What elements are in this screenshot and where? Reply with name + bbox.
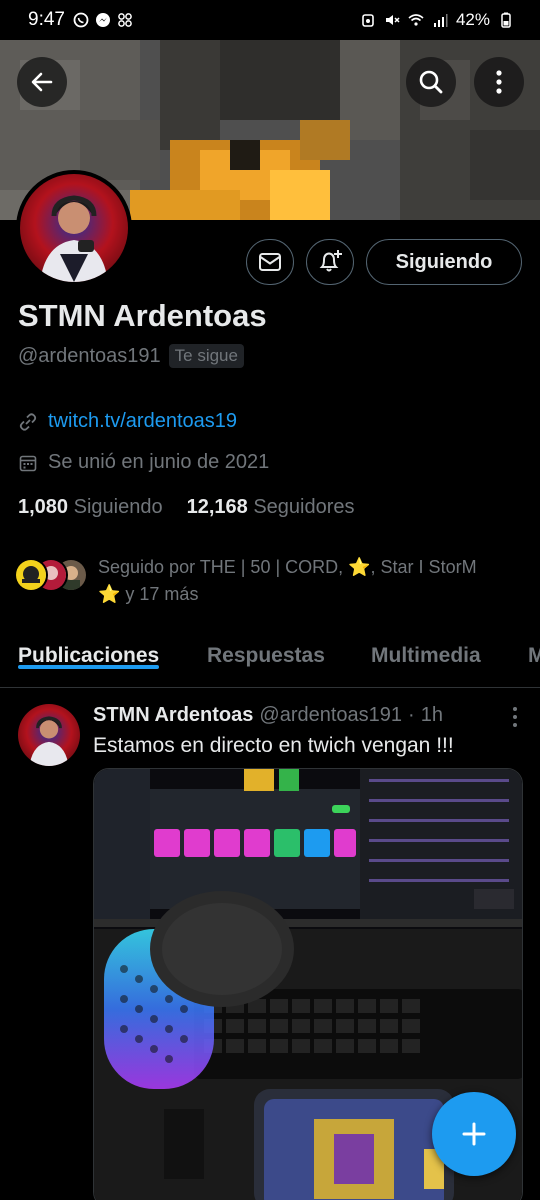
- followed-by-text: Seguido por THE | 50 | CORD, ⭐, Star I S…: [98, 554, 477, 608]
- active-tab-indicator: [18, 665, 160, 669]
- envelope-icon: [259, 253, 281, 271]
- battery-percent: 42%: [455, 10, 490, 29]
- link-icon: [19, 412, 37, 431]
- display-name: STMN Ardentoas: [18, 298, 267, 333]
- status-time: 9:47: [28, 9, 65, 30]
- handle-row: @ardentoas191 Te sigue: [18, 344, 244, 368]
- following-stat[interactable]: 1,080 Siguiendo: [18, 496, 163, 519]
- tab-label: Publicaciones: [18, 644, 160, 667]
- post-separator: ·: [408, 704, 415, 726]
- more-vertical-icon: [513, 707, 517, 727]
- followed-by-line2: ⭐ y 17 más: [98, 584, 199, 604]
- follow-stats: 1,080 Siguiendo 12,168 Seguidores: [18, 496, 355, 519]
- joined-row: Se unió en junio de 2021: [18, 451, 269, 474]
- followed-by-line1: Seguido por THE | 50 | CORD, ⭐, Star I S…: [98, 557, 477, 577]
- followers-stat[interactable]: 12,168 Seguidores: [187, 496, 355, 519]
- followed-by-row[interactable]: Seguido por THE | 50 | CORD, ⭐, Star I S…: [14, 554, 524, 608]
- bell-plus-icon: [319, 250, 342, 272]
- more-options-button[interactable]: [474, 57, 524, 107]
- post-text: Estamos en directo en twich vengan !!!: [93, 734, 454, 757]
- post-time: 1h: [420, 704, 443, 726]
- tab-publicaciones[interactable]: Publicaciones: [18, 628, 160, 669]
- status-bar: 9:47 42%: [0, 0, 540, 40]
- followers-count: 12,168: [186, 496, 248, 518]
- website-link[interactable]: twitch.tv/ardentoas19: [48, 410, 237, 433]
- tab-multimedia[interactable]: Multimedia: [371, 628, 481, 668]
- messenger-icon: [95, 13, 110, 27]
- back-button[interactable]: [17, 57, 67, 107]
- profile-avatar[interactable]: [16, 170, 132, 286]
- following-label: Siguiendo: [73, 496, 163, 518]
- tab-label: M: [528, 644, 540, 667]
- profile-tabs: Publicaciones Respuestas Multimedia M: [0, 628, 540, 688]
- tab-label: Multimedia: [371, 644, 481, 667]
- search-button[interactable]: [406, 57, 456, 107]
- battery-icon: [501, 12, 511, 28]
- message-button[interactable]: [246, 239, 294, 285]
- following-button[interactable]: Siguiendo: [366, 239, 522, 285]
- post-author[interactable]: STMN Ardentoas: [93, 704, 253, 727]
- notifications-button[interactable]: [306, 239, 354, 285]
- alarm-icon: [362, 14, 374, 27]
- plus-icon: [462, 1122, 486, 1146]
- post-avatar[interactable]: [18, 704, 80, 766]
- calendar-icon: [19, 455, 37, 471]
- mute-icon: [385, 15, 400, 25]
- apps-icon: [118, 13, 132, 27]
- arrow-left-icon: [31, 72, 53, 92]
- tab-label: Respuestas: [207, 644, 325, 667]
- whatsapp-icon: [73, 12, 89, 28]
- follows-you-badge: Te sigue: [168, 344, 244, 368]
- tab-respuestas[interactable]: Respuestas: [207, 628, 325, 668]
- more-vertical-icon: [496, 70, 502, 94]
- mini-avatar-1: [14, 558, 48, 592]
- followers-you-know-avatars: [14, 554, 88, 594]
- post-more-button[interactable]: [512, 706, 518, 733]
- search-icon: [419, 70, 443, 94]
- compose-button[interactable]: [432, 1092, 516, 1176]
- followers-label: Seguidores: [253, 496, 355, 518]
- following-count: 1,080: [18, 496, 69, 518]
- joined-date: Se unió en junio de 2021: [48, 451, 270, 473]
- post-header: STMN Ardentoas @ardentoas191 · 1h: [93, 704, 443, 727]
- tab-more[interactable]: M: [528, 628, 540, 668]
- handle: @ardentoas191: [18, 344, 161, 367]
- wifi-icon: [408, 14, 424, 26]
- post-handle: @ardentoas191: [259, 704, 403, 726]
- signal-icon: [433, 14, 448, 27]
- website-row: twitch.tv/ardentoas19: [18, 410, 237, 433]
